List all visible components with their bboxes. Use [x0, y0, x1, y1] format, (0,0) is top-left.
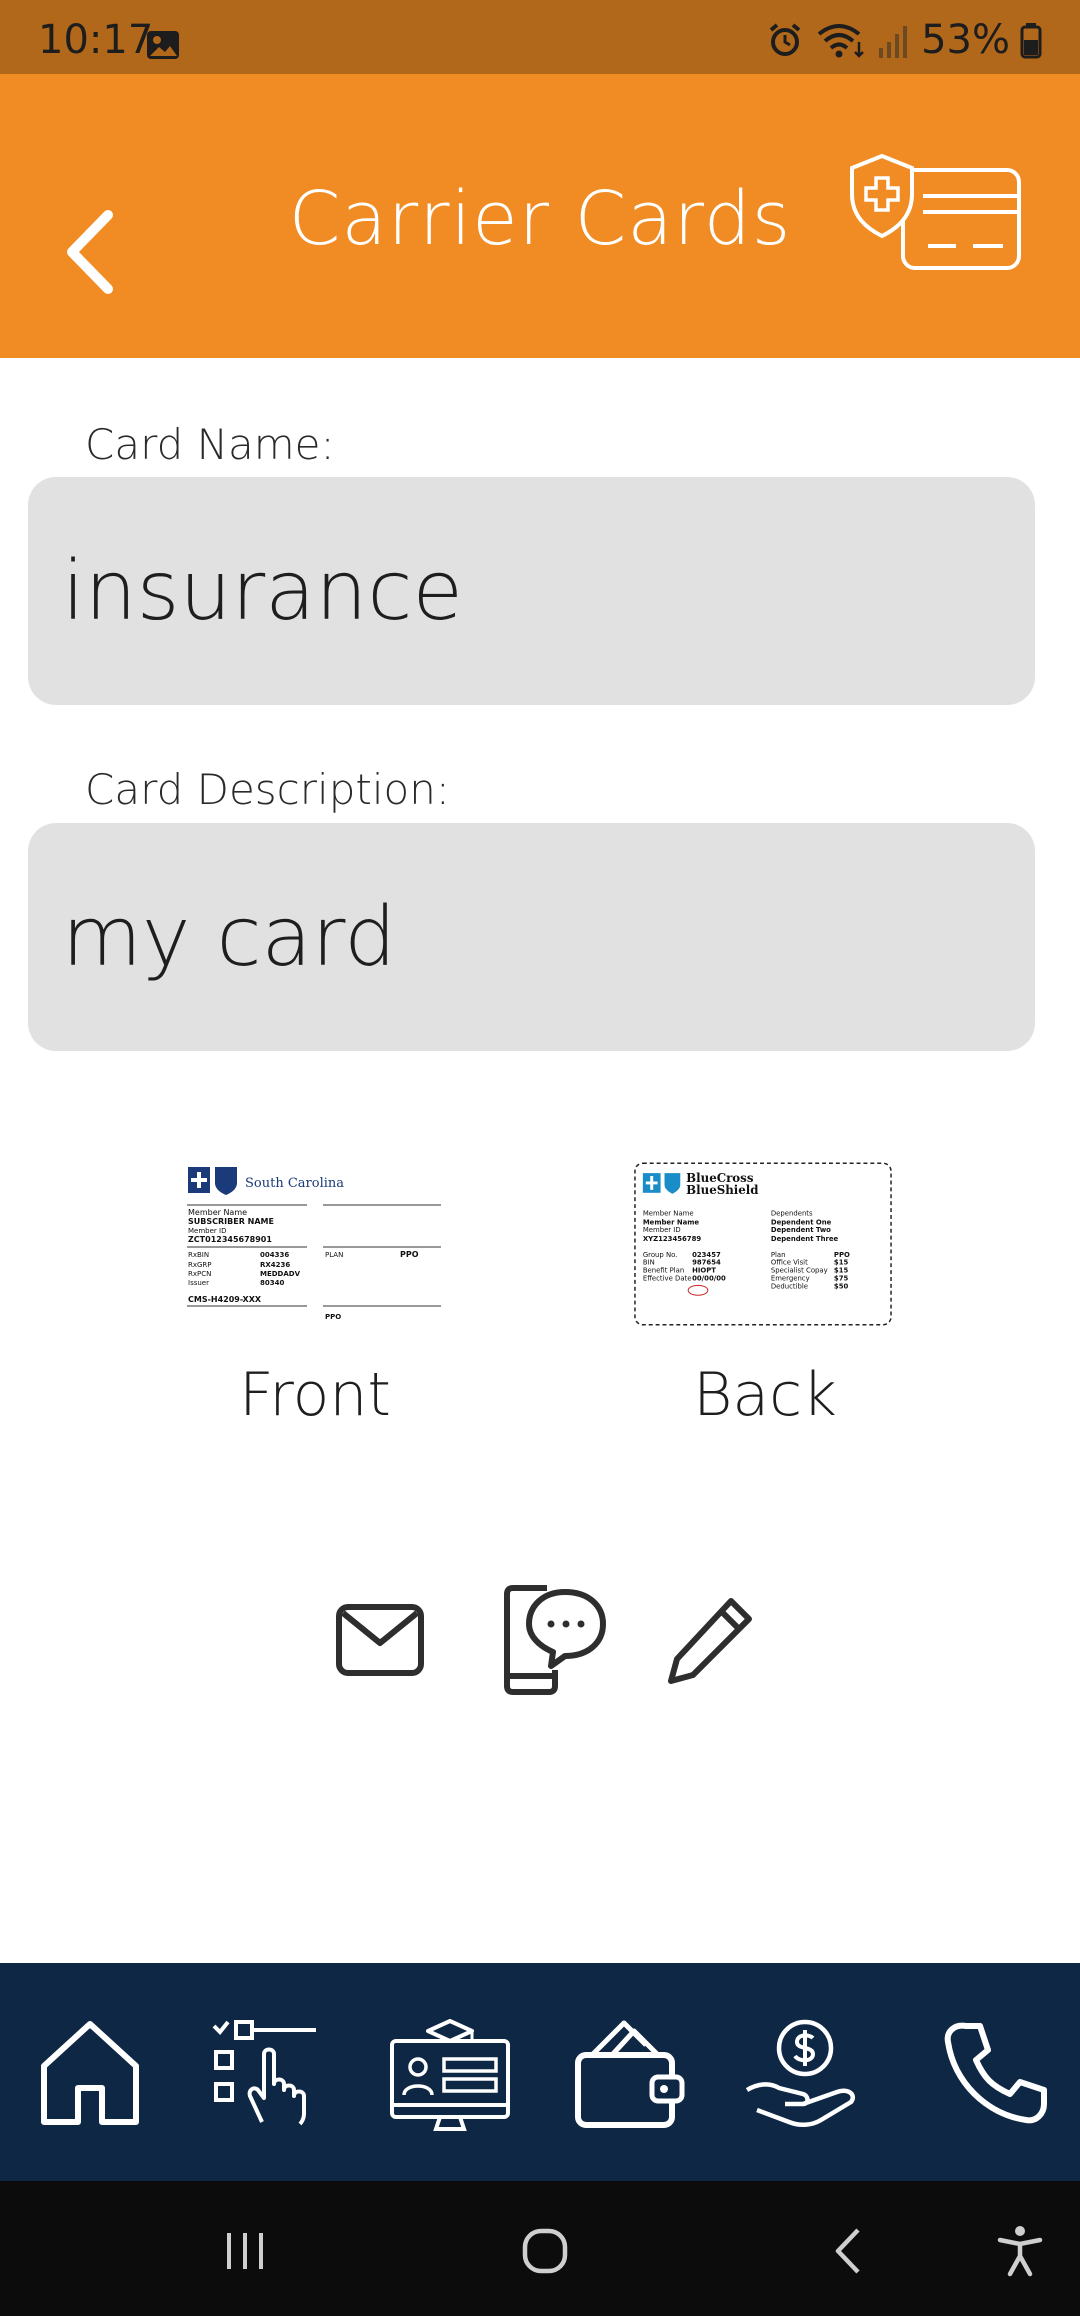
- card-description-label: Card Description:: [85, 765, 450, 814]
- home-icon: [41, 2021, 139, 2125]
- back-right-label-3: Emergency: [771, 1274, 810, 1282]
- back-left-label-5: BIN: [643, 1259, 655, 1267]
- checklist-icon: [212, 2020, 316, 2126]
- status-bar: 10:17 53%: [0, 0, 1080, 74]
- back-left-label-1: Member Name: [643, 1218, 700, 1226]
- front-plan: PPO: [400, 1250, 419, 1259]
- back-left-label-6: Benefit Plan: [643, 1267, 684, 1275]
- phone-icon: [944, 2022, 1047, 2124]
- accessibility-icon: [997, 2226, 1043, 2277]
- back-left-label-2: Member ID: [643, 1226, 681, 1234]
- front-rxpcn: MEDDADV: [260, 1270, 301, 1278]
- front-plan-label: PLAN: [325, 1251, 343, 1259]
- back-left-label-0: Member Name: [643, 1209, 694, 1217]
- back-left-label-7: Effective Date: [643, 1274, 692, 1282]
- app-header: Carrier Cards: [0, 74, 1080, 358]
- edit-button[interactable]: [660, 1590, 760, 1690]
- accessibility-button[interactable]: [980, 2211, 1060, 2291]
- phone-chat-icon: [504, 1585, 606, 1695]
- back-right-label-2: Specialist Copay: [771, 1267, 828, 1275]
- front-member-id-label: Member ID: [188, 1227, 226, 1235]
- health-card-icon: [850, 154, 1021, 270]
- system-back-button[interactable]: [810, 2211, 890, 2291]
- front-member-name: SUBSCRIBER NAME: [188, 1217, 274, 1226]
- front-member-name-label: Member Name: [188, 1208, 247, 1217]
- back-left-value-5: 987654: [692, 1259, 721, 1267]
- home-circle-icon: [522, 2228, 568, 2274]
- battery-percentage: 53%: [921, 17, 1010, 63]
- bottom-nav: [0, 1963, 1080, 2181]
- back-right-header: Dependents: [771, 1209, 813, 1217]
- back-left-value-4: 023457: [692, 1251, 721, 1259]
- card-name-input[interactable]: insurance: [28, 477, 1035, 705]
- front-card-image[interactable]: South Carolina Member Name SUBSCRIBER NA…: [185, 1163, 445, 1333]
- back-brand-line2: BlueShield: [686, 1183, 758, 1197]
- back-left-label-3: XYZ123456789: [643, 1235, 702, 1243]
- pencil-icon: [668, 1598, 752, 1684]
- back-right-value-3: $75: [834, 1274, 849, 1282]
- back-dependent-0: Dependent One: [771, 1218, 832, 1226]
- recent-apps-button[interactable]: [205, 2211, 285, 2291]
- card-name-label: Card Name:: [85, 420, 335, 469]
- wallet-icon: [575, 2020, 685, 2128]
- front-brand: South Carolina: [245, 1176, 344, 1191]
- blueshield-logo-icon: [215, 1167, 237, 1195]
- alarm-icon: [769, 23, 801, 56]
- back-right-label-0: Plan: [771, 1251, 786, 1259]
- card-description-input[interactable]: my card: [28, 823, 1035, 1051]
- nav-payments[interactable]: [740, 2003, 870, 2143]
- back-caption: Back: [693, 1360, 837, 1430]
- signal-icon: [879, 26, 908, 58]
- nav-home[interactable]: [25, 2003, 155, 2143]
- front-rxgrp-label: RxGRP: [188, 1261, 212, 1269]
- back-card-image[interactable]: BlueCross BlueShield Member Name Member …: [633, 1160, 893, 1330]
- system-home-button[interactable]: [505, 2211, 585, 2291]
- back-icon: [835, 2228, 860, 2274]
- recent-apps-icon: [227, 2233, 263, 2269]
- front-rxgrp: RX4236: [260, 1261, 290, 1269]
- image-notification-icon: [147, 31, 179, 59]
- money-hand-icon: [745, 2019, 855, 2127]
- back-left-label-4: Group No.: [643, 1251, 678, 1259]
- email-button[interactable]: [330, 1590, 430, 1690]
- wifi-icon: [817, 24, 864, 58]
- nav-education[interactable]: [385, 2003, 515, 2143]
- back-right-value-1: $15: [834, 1259, 849, 1267]
- back-left-value-7: 00/00/00: [692, 1274, 726, 1282]
- back-dependent-2: Dependent Three: [771, 1235, 839, 1243]
- battery-icon: [1020, 23, 1042, 59]
- message-button[interactable]: [500, 1585, 610, 1695]
- back-right-label-4: Deductible: [771, 1282, 808, 1290]
- back-left-value-6: HIOPT: [692, 1267, 716, 1275]
- nav-checklist[interactable]: [200, 2003, 330, 2143]
- back-right-label-1: Office Visit: [771, 1259, 808, 1267]
- status-time: 10:17: [38, 17, 154, 63]
- education-icon: [390, 2019, 510, 2131]
- nav-phone[interactable]: [930, 2003, 1060, 2143]
- front-caption: Front: [239, 1360, 391, 1430]
- system-nav: [0, 2181, 1080, 2316]
- front-rxpcn-label: RxPCN: [188, 1270, 211, 1278]
- nav-wallet[interactable]: [565, 2003, 695, 2143]
- front-issuer-label: Issuer: [188, 1279, 209, 1287]
- front-cms: CMS-H4209-XXX: [188, 1295, 262, 1304]
- back-right-value-4: $50: [834, 1282, 849, 1290]
- envelope-icon: [336, 1604, 424, 1676]
- back-dependent-1: Dependent Two: [771, 1226, 831, 1234]
- back-right-value-0: PPO: [834, 1251, 850, 1259]
- front-ppo-mark: PPO: [325, 1313, 341, 1321]
- front-rxbin-label: RxBIN: [188, 1251, 209, 1259]
- front-issuer: 80340: [260, 1279, 284, 1287]
- front-rxbin: 004336: [260, 1251, 289, 1259]
- status-indicators: 53%: [765, 20, 1042, 60]
- back-right-value-2: $15: [834, 1267, 849, 1275]
- front-member-id: ZCT012345678901: [188, 1235, 272, 1244]
